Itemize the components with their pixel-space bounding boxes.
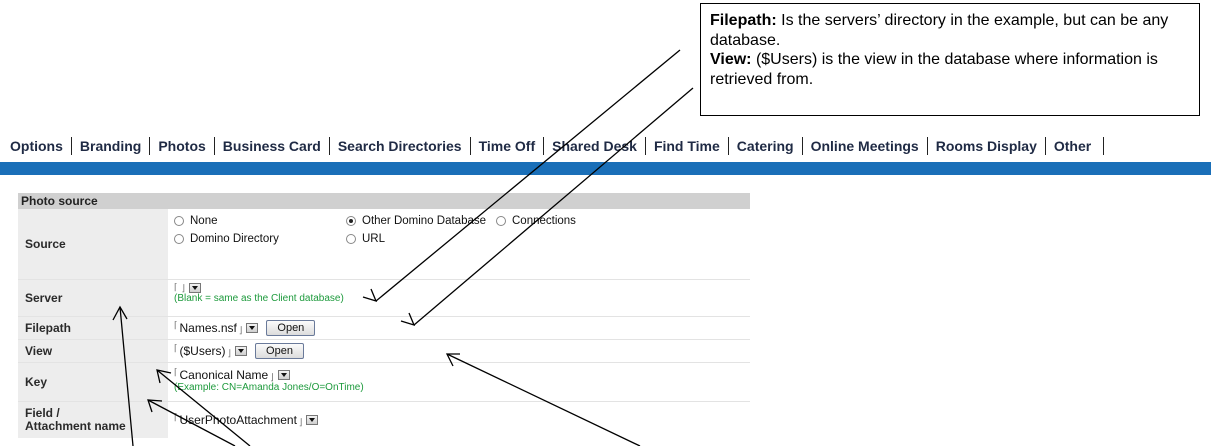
callout-view-label: View: [710,51,752,68]
filepath-dropdown-icon[interactable] [246,323,259,333]
view-open-button[interactable]: Open [255,343,304,359]
view-label: View [18,340,168,362]
key-field[interactable]: ⌈ Canonical Name ⌋ [174,368,290,382]
radio-other-domino-database[interactable]: Other Domino Database [346,215,496,227]
source-label: Source [18,209,168,279]
tab-shared-desk[interactable]: Shared Desk [544,137,646,155]
tab-other[interactable]: Other [1046,137,1105,155]
photo-source-form: Photo source Source None Other Domino Da… [18,193,750,438]
key-input[interactable]: Canonical Name [180,368,269,382]
header-divider-bar [0,162,1211,175]
tab-catering[interactable]: Catering [729,137,803,155]
key-label: Key [18,363,168,401]
server-row: Server ⌈ ⌋ (Blank = same as the Client d… [18,280,750,317]
filepath-label: Filepath [18,317,168,339]
annotation-callout: Filepath: Is the servers’ directory in t… [700,3,1200,116]
radio-url[interactable]: URL [346,233,496,245]
radio-connections[interactable]: Connections [496,215,750,227]
source-options: None Other Domino Database Connections D… [168,209,750,279]
section-title: Photo source [18,193,750,209]
filepath-input[interactable]: Names.nsf [180,321,237,335]
attachment-input[interactable]: UserPhotoAttachment [180,413,297,427]
filepath-row: Filepath ⌈ Names.nsf ⌋ Open [18,317,750,340]
filepath-open-button[interactable]: Open [266,320,316,336]
view-field[interactable]: ⌈ ($Users) ⌋ [174,344,248,358]
radio-domino-directory[interactable]: Domino Directory [174,233,346,245]
tab-photos[interactable]: Photos [150,137,215,155]
key-hint: (Example: CN=Amanda Jones/O=OnTime) [174,382,364,393]
tab-search-directories[interactable]: Search Directories [330,137,471,155]
radio-domino-directory-button[interactable] [174,234,184,244]
tab-options[interactable]: Options [10,137,72,155]
view-row: View ⌈ ($Users) ⌋ Open [18,340,750,363]
radio-none[interactable]: None [174,215,346,227]
settings-tab-bar: Options Branding Photos Business Card Se… [10,134,1105,158]
field-row: Field / Attachment name ⌈ UserPhotoAttac… [18,402,750,438]
radio-other-domino-button[interactable] [346,216,356,226]
callout-view-text: ($Users) is the view in the database whe… [710,51,1158,88]
view-input[interactable]: ($Users) [180,344,226,358]
view-dropdown-icon[interactable] [235,346,248,356]
server-label: Server [18,280,168,316]
callout-filepath-label: Filepath: [710,12,777,29]
attachment-dropdown-icon[interactable] [306,415,319,425]
callout-filepath-text: Is the servers’ directory in the example… [710,12,1169,49]
key-dropdown-icon[interactable] [277,370,290,380]
attachment-field[interactable]: ⌈ UserPhotoAttachment ⌋ [174,413,319,427]
key-row: Key ⌈ Canonical Name ⌋ (Example: CN=Aman… [18,363,750,402]
source-row: Source None Other Domino Database Connec… [18,209,750,280]
tab-online-meetings[interactable]: Online Meetings [803,137,928,155]
tab-time-off[interactable]: Time Off [471,137,545,155]
tab-branding[interactable]: Branding [72,137,151,155]
server-hint: (Blank = same as the Client database) [174,293,344,304]
tab-business-card[interactable]: Business Card [215,137,330,155]
tab-find-time[interactable]: Find Time [646,137,729,155]
radio-connections-button[interactable] [496,216,506,226]
field-label: Field / Attachment name [18,402,168,438]
filepath-field[interactable]: ⌈ Names.nsf ⌋ [174,321,259,335]
radio-url-button[interactable] [346,234,356,244]
radio-none-button[interactable] [174,216,184,226]
server-field[interactable]: ⌈ ⌋ [174,283,202,293]
tab-rooms-display[interactable]: Rooms Display [928,137,1046,155]
server-dropdown-icon[interactable] [189,283,202,293]
